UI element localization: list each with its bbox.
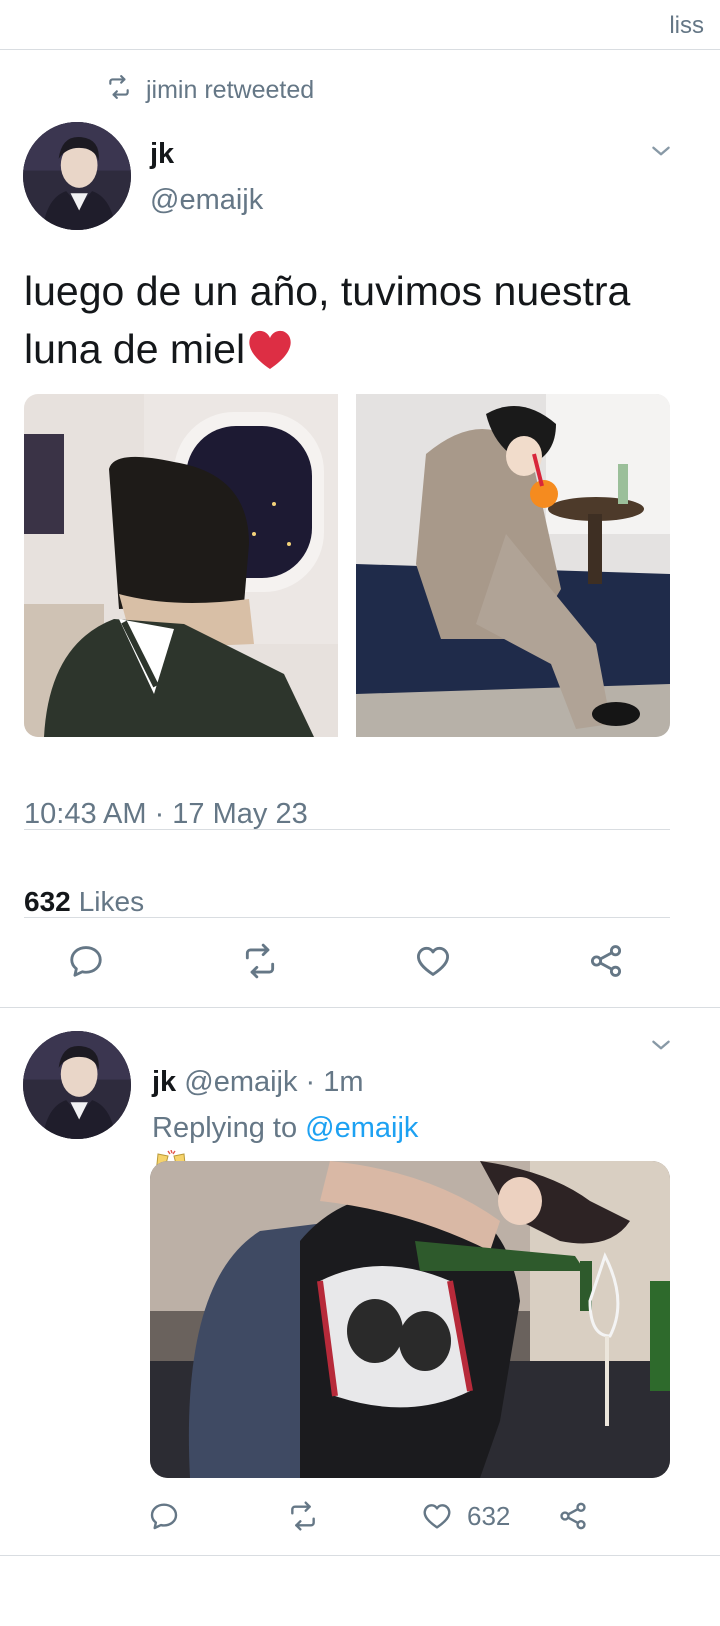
retweet-button[interactable]	[239, 942, 281, 980]
likes-summary[interactable]: 632 Likes	[24, 886, 144, 918]
retweet-icon	[239, 942, 281, 980]
like-button[interactable]: 632	[421, 1500, 510, 1532]
reply-button[interactable]	[148, 1500, 180, 1532]
tweet-photo-bench[interactable]	[356, 394, 670, 737]
share-icon	[557, 1500, 589, 1532]
reply-icon	[148, 1500, 180, 1532]
divider	[24, 829, 670, 830]
retweet-icon	[106, 74, 132, 107]
tweet-separator	[0, 1007, 720, 1008]
tweet-body: luego de un año, tuvimos nuestra luna de…	[24, 268, 631, 372]
like-count: 632	[467, 1500, 511, 1531]
reply-avatar[interactable]	[23, 1031, 131, 1139]
red-heart-icon	[245, 327, 295, 371]
tweet-photo-airplane[interactable]	[24, 394, 338, 737]
share-button[interactable]	[587, 942, 625, 980]
like-button[interactable]	[414, 942, 452, 980]
replying-to: Replying to @emaijk	[152, 1112, 418, 1145]
author-name[interactable]: jk	[150, 138, 174, 171]
reply-header: jk @emaijk · 1m	[152, 1066, 364, 1099]
retweet-context[interactable]: jimin retweeted	[106, 74, 314, 106]
likes-label: Likes	[78, 886, 145, 917]
reply-handle-time[interactable]: @emaijk · 1m	[184, 1066, 363, 1098]
divider	[24, 917, 670, 918]
account-name[interactable]: liss	[669, 12, 704, 40]
retweet-button[interactable]	[285, 1500, 321, 1532]
reply-button[interactable]	[67, 942, 105, 980]
heart-icon	[414, 942, 452, 980]
heart-icon	[421, 1500, 453, 1532]
share-button[interactable]	[557, 1500, 589, 1532]
author-handle[interactable]: @emaijk	[150, 184, 263, 217]
top-bar: liss	[0, 0, 720, 50]
retweet-icon	[285, 1500, 321, 1532]
chevron-down-icon[interactable]	[648, 138, 674, 164]
tweet-text: luego de un año, tuvimos nuestra luna de…	[24, 262, 694, 378]
share-icon	[587, 942, 625, 980]
reply-photo[interactable]	[150, 1161, 670, 1478]
likes-count: 632	[24, 886, 71, 917]
tweet-separator	[0, 1555, 720, 1556]
avatar[interactable]	[23, 122, 131, 230]
chevron-down-icon[interactable]	[648, 1032, 674, 1058]
reply-author-name[interactable]: jk	[152, 1066, 176, 1098]
retweeted-by-label: jimin retweeted	[146, 75, 315, 104]
replying-mention-link[interactable]: @emaijk	[305, 1112, 418, 1144]
replying-prefix: Replying to	[152, 1112, 298, 1144]
reply-icon	[67, 942, 105, 980]
tweet-timestamp[interactable]: 10:43 AM · 17 May 23	[24, 798, 308, 831]
